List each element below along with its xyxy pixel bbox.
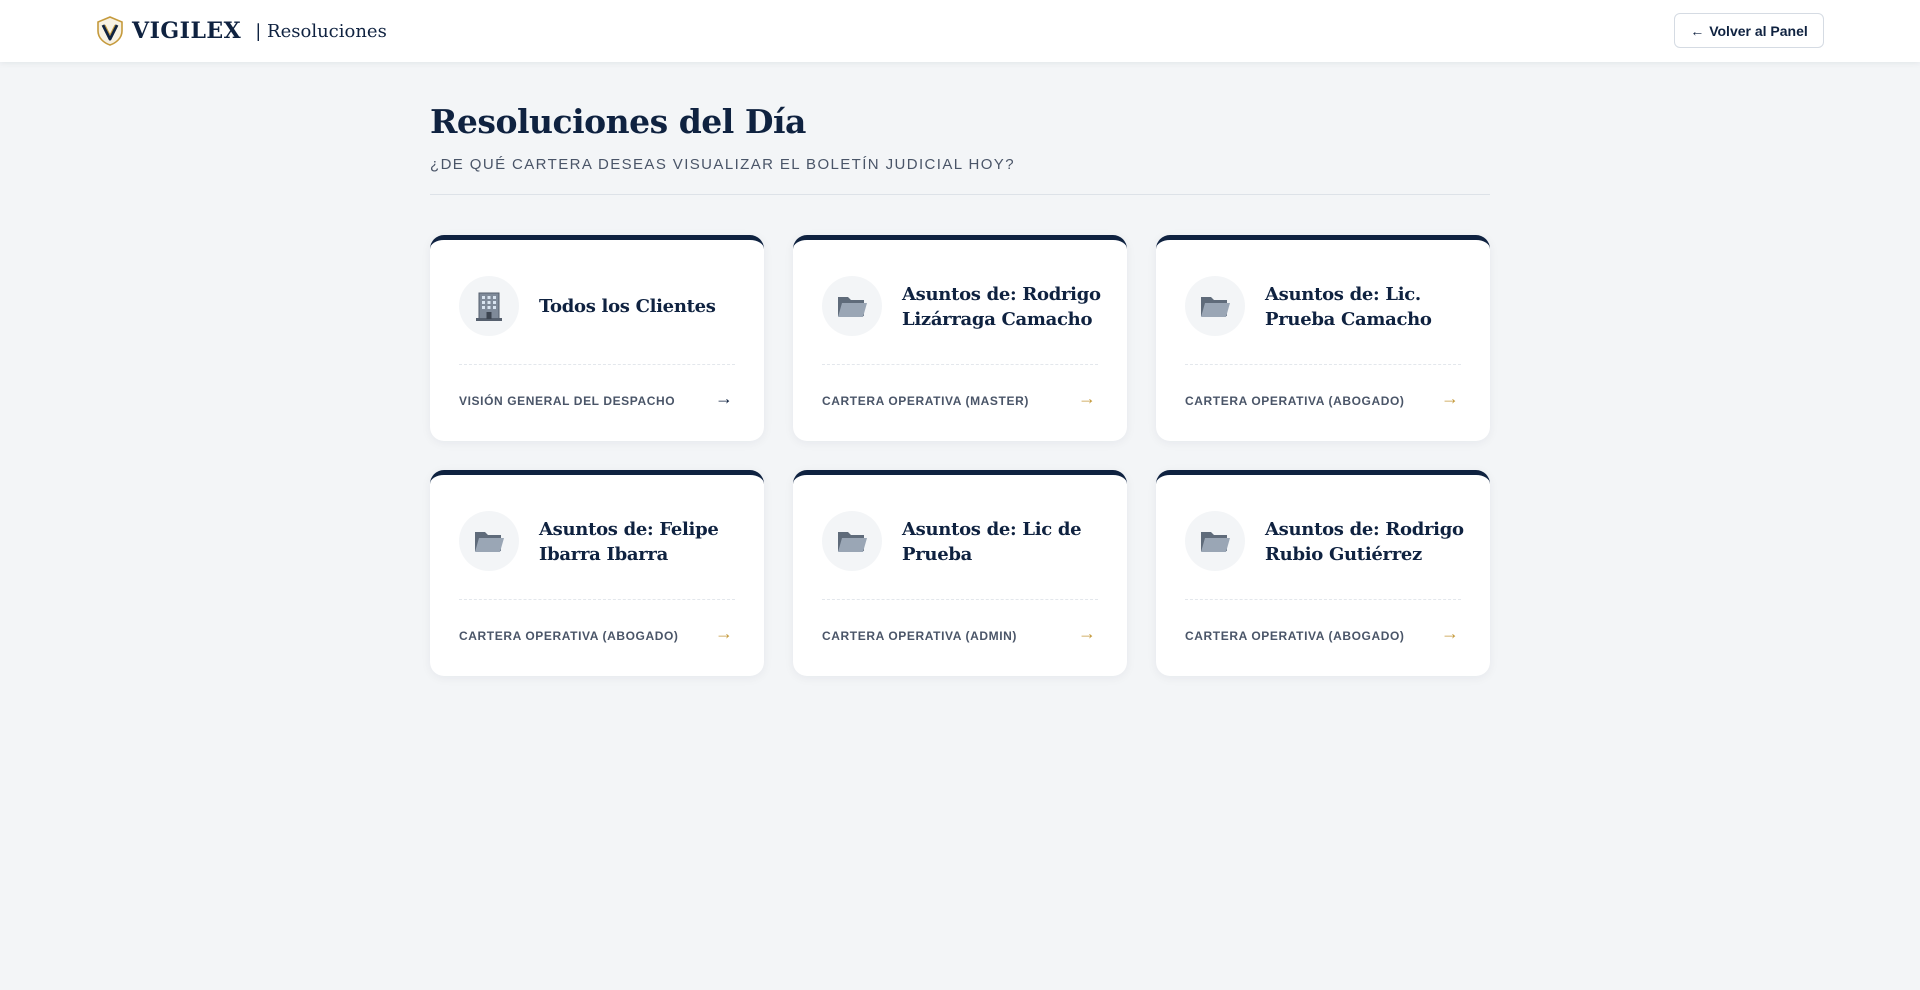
top-bar: VIGILEX | Resoluciones ← Volver al Panel bbox=[0, 0, 1920, 62]
card-footer: CARTERA OPERATIVA (ABOGADO) bbox=[459, 629, 679, 643]
arrow-right-icon: → bbox=[1078, 388, 1096, 408]
folder-icon bbox=[1185, 511, 1245, 571]
folder-icon bbox=[1185, 276, 1245, 336]
arrow-right-icon: → bbox=[1078, 623, 1096, 643]
folder-icon bbox=[459, 511, 519, 571]
card-footer: CARTERA OPERATIVA (ABOGADO) bbox=[1185, 629, 1405, 643]
back-to-panel-button[interactable]: ← Volver al Panel bbox=[1674, 13, 1824, 48]
brand[interactable]: VIGILEX | Resoluciones bbox=[96, 16, 387, 46]
page-subtitle: ¿DE QUÉ CARTERA DESEAS VISUALIZAR EL BOL… bbox=[430, 156, 1015, 173]
card-footer: VISIÓN GENERAL DEL DESPACHO bbox=[459, 394, 676, 408]
card-footer: CARTERA OPERATIVA (MASTER) bbox=[822, 394, 1029, 408]
folder-icon bbox=[822, 276, 882, 336]
card-title: Asuntos de: Rodrigo Rubio Gutiérrez bbox=[1265, 519, 1464, 565]
card-title: Asuntos de: Rodrigo Lizárraga Camacho bbox=[902, 284, 1101, 330]
back-button-label: Volver al Panel bbox=[1709, 22, 1808, 39]
arrow-right-icon: → bbox=[1441, 388, 1459, 408]
card-separator bbox=[459, 364, 735, 365]
card-separator bbox=[1185, 599, 1461, 600]
building-icon bbox=[459, 276, 519, 336]
card-rodrigo-rubio-gutierrez[interactable]: Asuntos de: Rodrigo Rubio Gutiérrez CART… bbox=[1156, 470, 1490, 676]
arrow-right-icon: → bbox=[715, 623, 733, 643]
card-separator bbox=[822, 599, 1098, 600]
divider bbox=[430, 194, 1490, 195]
arrow-left-icon: ← bbox=[1690, 22, 1705, 39]
card-footer: CARTERA OPERATIVA (ABOGADO) bbox=[1185, 394, 1405, 408]
arrow-right-icon: → bbox=[715, 388, 733, 408]
card-title: Todos los Clientes bbox=[539, 296, 716, 317]
vigilex-logo-icon bbox=[96, 16, 124, 46]
card-title: Asuntos de: Lic de Prueba bbox=[902, 519, 1082, 565]
card-lic-prueba-camacho[interactable]: Asuntos de: Lic. Prueba Camacho CARTERA … bbox=[1156, 235, 1490, 441]
card-lic-de-prueba[interactable]: Asuntos de: Lic de Prueba CARTERA OPERAT… bbox=[793, 470, 1127, 676]
card-title: Asuntos de: Felipe Ibarra Ibarra bbox=[539, 519, 719, 565]
brand-name: VIGILEX bbox=[132, 18, 242, 44]
card-separator bbox=[1185, 364, 1461, 365]
folder-icon bbox=[822, 511, 882, 571]
card-separator bbox=[822, 364, 1098, 365]
card-todos-los-clientes[interactable]: Todos los Clientes VISIÓN GENERAL DEL DE… bbox=[430, 235, 764, 441]
section-title: | Resoluciones bbox=[255, 20, 387, 42]
card-rodrigo-lizarraga-camacho[interactable]: Asuntos de: Rodrigo Lizárraga Camacho CA… bbox=[793, 235, 1127, 441]
card-separator bbox=[459, 599, 735, 600]
card-felipe-ibarra-ibarra[interactable]: Asuntos de: Felipe Ibarra Ibarra CARTERA… bbox=[430, 470, 764, 676]
card-footer: CARTERA OPERATIVA (ADMIN) bbox=[822, 629, 1017, 643]
arrow-right-icon: → bbox=[1441, 623, 1459, 643]
page-title: Resoluciones del Día bbox=[430, 102, 806, 141]
card-title: Asuntos de: Lic. Prueba Camacho bbox=[1265, 284, 1432, 330]
